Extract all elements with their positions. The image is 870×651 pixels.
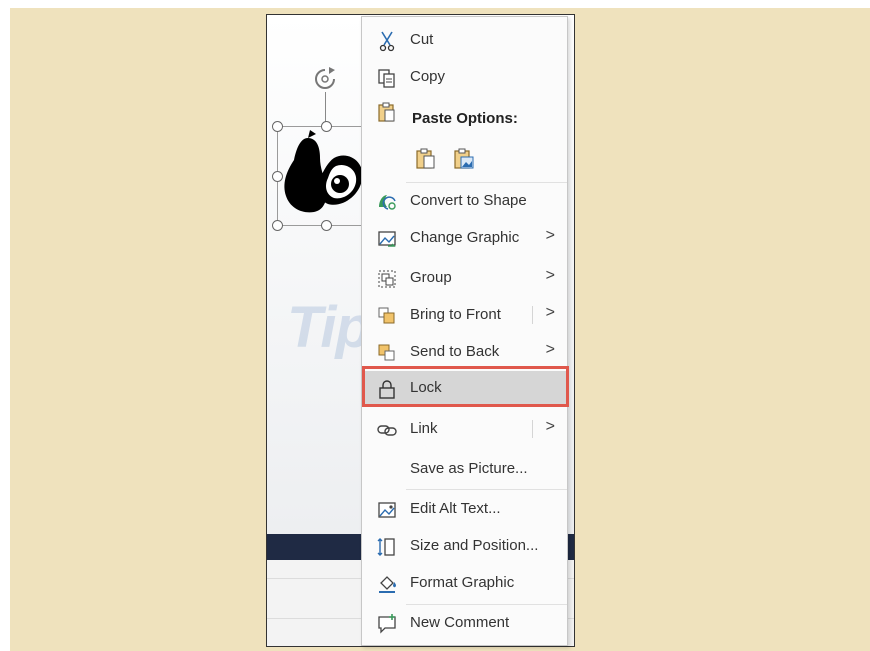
menu-separator [406,604,567,605]
menu-label: Format Graphic [410,574,515,591]
split-divider [532,306,533,324]
paste-keep-source-icon[interactable] [414,147,438,171]
menu-item-copy[interactable]: Copy [362,60,567,94]
menu-label: Bring to Front [410,306,501,323]
menu-item-size-and-position[interactable]: Size and Position... [362,529,567,563]
send-back-icon [378,344,395,361]
resize-handle[interactable] [321,220,332,231]
chevron-right-icon[interactable]: > [546,304,555,322]
menu-item-group[interactable]: Group > [362,261,567,295]
paste-options-title: Paste Options: [412,110,518,127]
menu-label: Edit Alt Text... [410,500,501,517]
menu-separator [406,489,567,490]
menu-label: New Comment [410,614,510,631]
scissors-icon [379,31,395,52]
chevron-right-icon: > [545,267,555,284]
copy-icon [378,69,395,88]
size-position-icon [377,538,395,556]
menu-label: Convert to Shape [410,192,527,209]
menu-label: Copy [410,68,446,85]
format-graphic-icon [379,576,396,593]
menu-item-cut[interactable]: Cut [362,23,567,57]
menu-item-bring-to-front[interactable]: Bring to Front > [362,298,567,332]
menu-label: Send to Back [410,343,500,360]
bring-front-icon [378,307,395,324]
menu-item-change-graphic[interactable]: Change Graphic > [362,221,567,255]
chevron-right-icon[interactable]: > [546,418,555,436]
menu-label: Link [410,420,438,437]
alt-text-icon [378,502,396,518]
menu-item-edit-alt-text[interactable]: Edit Alt Text... [362,492,567,526]
menu-label: Cut [410,31,434,48]
menu-item-send-to-back[interactable]: Send to Back > [362,335,567,369]
resize-handle[interactable] [272,220,283,231]
lock-highlight-outline [362,366,569,407]
chevron-right-icon: > [545,227,555,244]
menu-label: Size and Position... [410,537,539,554]
menu-item-link[interactable]: Link > [362,412,567,446]
menu-item-format-graphic[interactable]: Format Graphic [362,566,567,600]
menu-label: Change Graphic [410,229,520,246]
menu-separator [406,182,567,183]
menu-item-convert-to-shape[interactable]: Convert to Shape [362,184,567,218]
group-icon [378,270,396,288]
paste-as-picture-icon[interactable] [452,147,476,171]
convert-shape-icon [379,195,396,210]
menu-item-new-comment[interactable]: New Comment [362,606,567,640]
chevron-right-icon[interactable]: > [546,341,555,359]
menu-item-save-as-picture[interactable]: Save as Picture... [362,452,567,486]
menu-label: Group [410,269,452,286]
avocado-graphic-icon[interactable] [280,128,368,220]
link-icon [377,425,397,436]
menu-label: Save as Picture... [410,460,528,477]
change-graphic-icon [378,231,396,247]
new-comment-icon [378,614,396,634]
context-menu: Cut Copy Paste Options: Convert to Shape [361,16,568,646]
rotate-handle-icon[interactable] [309,66,341,94]
paste-icon [378,102,395,122]
split-divider [532,420,533,438]
